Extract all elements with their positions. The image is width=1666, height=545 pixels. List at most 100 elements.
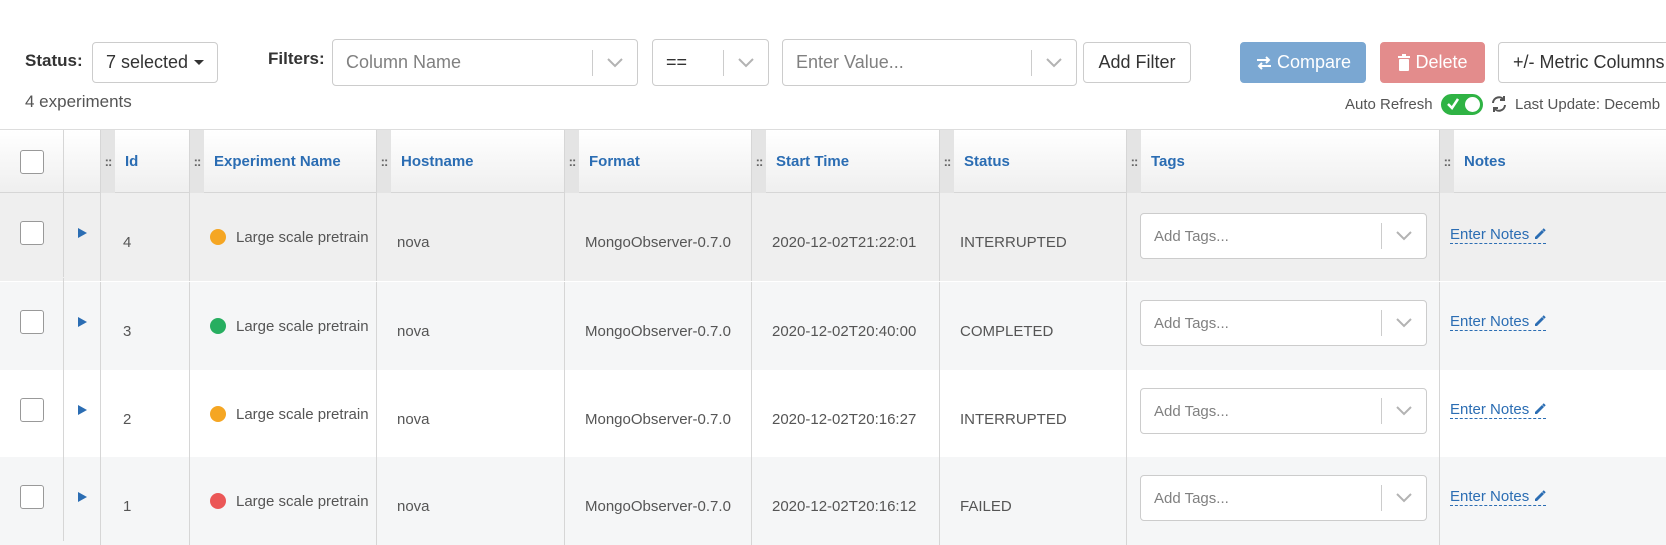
chevron-down-icon[interactable] [1382,406,1426,416]
chevron-down-icon[interactable] [1382,318,1426,328]
chevron-down-icon[interactable] [593,57,637,68]
notes-label: Enter Notes [1450,313,1530,330]
status-dropdown[interactable]: 7 selected [92,42,218,83]
table-row[interactable]: 1 Large scale pretrain nova MongoObserver-0… [0,453,1666,545]
status-dot [210,406,226,422]
column-header-id[interactable]: :: Id [100,130,189,193]
exchange-icon [1255,55,1273,71]
experiment-name-cell: Large scale pretrain [189,282,376,370]
chevron-down-icon[interactable] [724,57,768,68]
status-label: Status: [25,51,83,70]
drag-handle-icon[interactable]: :: [940,130,954,193]
column-header-format[interactable]: :: Format [564,130,751,193]
operator-select[interactable]: == [652,39,769,86]
hostname-value: nova [397,497,430,515]
column-name-select[interactable]: Column Name [332,39,638,86]
column-header-status[interactable]: :: Status [939,130,1126,193]
notes-label: Enter Notes [1450,226,1530,243]
row-checkbox[interactable] [19,221,44,245]
drag-handle-icon[interactable]: :: [101,130,115,193]
format-cell: MongoObserver-0.7.0 [564,193,751,281]
value-placeholder: Enter Value... [796,52,904,72]
drag-handle-icon[interactable]: :: [1127,130,1141,193]
table-row[interactable]: 4 Large scale pretrain nova MongoObserver-0… [0,189,1666,281]
tags-placeholder: Add Tags... [1154,314,1229,332]
format-value: MongoObserver-0.7.0 [585,497,731,515]
chevron-down-icon[interactable] [1382,493,1426,503]
column-header-tags[interactable]: :: Tags [1126,130,1439,193]
compare-label: Compare [1276,52,1352,72]
select-all-checkbox[interactable] [19,149,44,174]
hostname-cell: nova [376,193,564,281]
experiment-name-value: Large scale pretrain [236,228,369,246]
caret-down-icon [194,60,205,65]
table-row[interactable]: 3 Large scale pretrain nova MongoObserver-0… [0,278,1666,370]
experiment-name-cell: Large scale pretrain [189,457,376,545]
pencil-icon [1533,228,1546,241]
chevron-down-icon[interactable] [1032,57,1076,68]
column-title: Start Time [776,153,850,170]
experiment-name-value: Large scale pretrain [236,405,369,423]
add-filter-button[interactable]: Add Filter [1083,42,1191,83]
id-value: 2 [123,410,132,428]
format-cell: MongoObserver-0.7.0 [564,370,751,458]
id-cell: 1 [100,457,189,545]
format-cell: MongoObserver-0.7.0 [564,457,751,545]
compare-button[interactable]: Compare [1240,42,1366,83]
column-header-experiment-name[interactable]: :: Experiment Name [189,130,376,193]
table-header: :: Id :: Experiment Name :: Hostname :: … [0,130,1666,193]
row-checkbox[interactable] [19,485,44,509]
format-value: MongoObserver-0.7.0 [585,410,731,428]
id-cell: 4 [100,193,189,281]
experiment-name-value: Large scale pretrain [236,492,369,510]
auto-refresh-label: Auto Refresh [1345,96,1433,113]
start-time-cell: 2020-12-02T20:16:27 [751,370,939,458]
tags-select[interactable]: Add Tags... [1140,388,1427,434]
hostname-cell: nova [376,457,564,545]
value-select[interactable]: Enter Value... [782,39,1077,86]
expand-caret-icon[interactable] [77,405,87,415]
metric-columns-button[interactable]: +/- Metric Columns [1498,42,1666,83]
hostname-cell: nova [376,370,564,458]
delete-button[interactable]: Delete [1380,42,1485,83]
drag-handle-icon[interactable]: :: [565,130,579,193]
tags-select[interactable]: Add Tags... [1140,213,1427,259]
row-checkbox[interactable] [19,398,44,422]
trash-icon [1397,54,1411,71]
column-header-notes[interactable]: :: Notes [1439,130,1666,193]
expand-caret-icon[interactable] [77,228,87,238]
experiment-count: 4 experiments [25,92,132,111]
row-expand-cell [63,453,100,541]
expand-caret-icon[interactable] [77,317,87,327]
format-value: MongoObserver-0.7.0 [585,233,731,251]
drag-handle-icon[interactable]: :: [752,130,766,193]
tags-select[interactable]: Add Tags... [1140,475,1427,521]
drag-handle-icon[interactable]: :: [377,130,391,193]
enter-notes-link[interactable]: Enter Notes [1450,313,1547,331]
row-select-cell [0,278,63,366]
table-row[interactable]: 2 Large scale pretrain nova MongoObserver-0… [0,366,1666,458]
tags-placeholder: Add Tags... [1154,227,1229,245]
row-expand-cell [63,189,100,277]
row-checkbox[interactable] [19,310,44,334]
auto-refresh-toggle[interactable] [1441,94,1483,115]
refresh-icon[interactable] [1490,95,1508,118]
notes-label: Enter Notes [1450,401,1530,418]
enter-notes-link[interactable]: Enter Notes [1450,226,1547,244]
drag-handle-icon[interactable]: :: [190,130,204,193]
column-header-hostname[interactable]: :: Hostname [376,130,564,193]
expand-caret-icon[interactable] [77,492,87,502]
last-update-text: Last Update: Decemb [1515,96,1661,113]
drag-handle-icon[interactable]: :: [1440,130,1454,193]
column-header-start-time[interactable]: :: Start Time [751,130,939,193]
expand-column-header [63,130,100,193]
start-time-cell: 2020-12-02T21:22:01 [751,193,939,281]
status-dropdown-value: 7 selected [105,52,189,72]
tags-select[interactable]: Add Tags... [1140,300,1427,346]
enter-notes-link[interactable]: Enter Notes [1450,401,1547,419]
experiment-name-cell: Large scale pretrain [189,370,376,458]
start-time-value: 2020-12-02T20:16:27 [772,410,917,428]
enter-notes-link[interactable]: Enter Notes [1450,488,1547,506]
start-time-value: 2020-12-02T20:40:00 [772,322,917,340]
chevron-down-icon[interactable] [1382,231,1426,241]
